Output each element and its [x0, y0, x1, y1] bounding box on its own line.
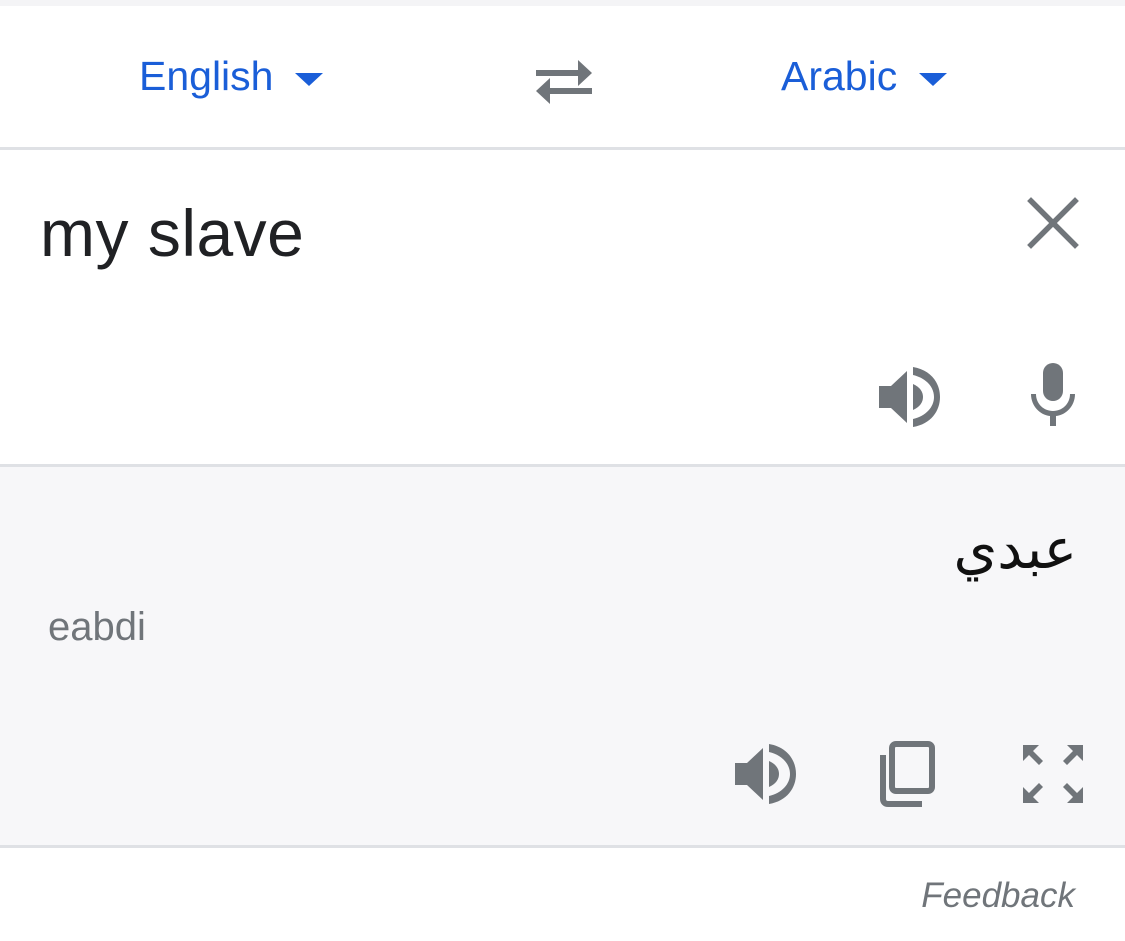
swap-languages-button[interactable] — [528, 50, 600, 112]
voice-input-button[interactable] — [1024, 361, 1082, 429]
speaker-icon — [879, 367, 940, 427]
translated-text: عبدي — [953, 517, 1077, 582]
source-input-area[interactable]: my slave — [0, 150, 1125, 464]
clear-button[interactable] — [1022, 192, 1084, 254]
language-bar: English Arabic — [0, 6, 1125, 147]
source-text[interactable]: my slave — [40, 198, 304, 268]
target-language-selector[interactable]: Arabic — [781, 52, 948, 100]
fullscreen-icon — [1023, 745, 1083, 803]
microphone-icon — [1031, 363, 1075, 426]
transliteration-text: eabdi — [48, 605, 146, 649]
source-language-selector[interactable]: English — [139, 52, 324, 100]
target-language-label: Arabic — [781, 53, 898, 99]
listen-translation-button[interactable] — [732, 741, 798, 807]
swap-languages-icon — [536, 60, 592, 104]
copy-translation-button[interactable] — [876, 739, 940, 809]
footer: Feedback — [0, 848, 1125, 941]
caret-down-icon — [919, 72, 948, 86]
close-icon — [1027, 197, 1079, 249]
speaker-icon — [735, 744, 796, 804]
fullscreen-button[interactable] — [1020, 742, 1086, 806]
copy-icon — [880, 741, 935, 807]
feedback-link[interactable]: Feedback — [921, 876, 1075, 916]
translation-output-area: عبدي eabdi — [0, 467, 1125, 845]
source-language-label: English — [139, 53, 274, 99]
caret-down-icon — [295, 72, 324, 86]
listen-source-button[interactable] — [876, 364, 942, 430]
